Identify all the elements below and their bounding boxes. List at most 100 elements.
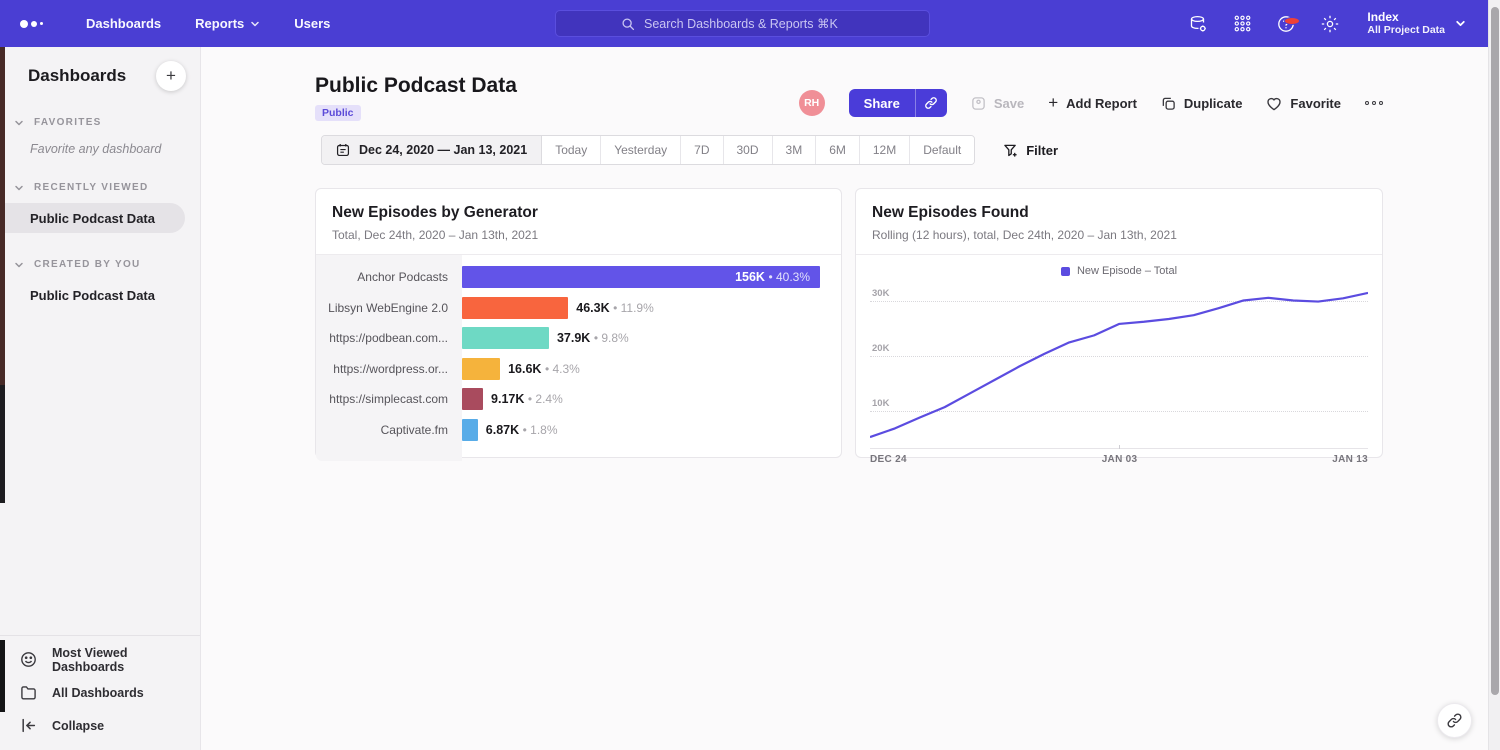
bar-segment[interactable] xyxy=(462,327,549,349)
new-dashboard-button[interactable]: + xyxy=(156,61,186,91)
nav-item-label: Users xyxy=(294,16,330,31)
bar-segment[interactable]: 156K • 40.3% xyxy=(462,266,820,288)
sidebar: Dashboards + FAVORITESFavorite any dashb… xyxy=(0,47,201,750)
primary-nav: Dashboards Reports Users xyxy=(86,16,330,31)
chart-title: New Episodes by Generator xyxy=(332,204,825,222)
chevron-down-icon xyxy=(14,118,24,128)
bar-segment[interactable] xyxy=(462,297,568,319)
bar-value-label: 156K • 40.3% xyxy=(735,270,820,284)
date-range-picker[interactable]: Dec 24, 2020 — Jan 13, 2021 xyxy=(322,136,542,164)
sidebar-section-header[interactable]: FAVORITES xyxy=(0,117,200,128)
x-axis-tick-label: JAN 13 xyxy=(1332,454,1368,465)
data-icon[interactable] xyxy=(1187,13,1209,35)
filter-button[interactable]: Filter xyxy=(1003,143,1058,158)
sidebar-footer-all-dashboards[interactable]: All Dashboards xyxy=(0,676,200,709)
x-axis-tick-label: DEC 24 xyxy=(870,454,907,465)
bar-category-label: https://simplecast.com xyxy=(316,392,462,406)
settings-icon[interactable] xyxy=(1319,13,1341,35)
bar-track: 6.87K • 1.8% xyxy=(462,419,841,441)
heart-icon xyxy=(1266,96,1282,111)
sidebar-footer-label: Most Viewed Dashboards xyxy=(52,646,200,674)
x-axis-labels: DEC 24JAN 03JAN 13 xyxy=(870,454,1368,465)
search-input[interactable] xyxy=(644,17,864,31)
sidebar-footer-label: All Dashboards xyxy=(52,686,144,700)
nav-item-users[interactable]: Users xyxy=(294,16,330,31)
bar-segment[interactable] xyxy=(462,419,478,441)
bar-category-label: https://wordpress.or... xyxy=(316,362,462,376)
top-navbar: Dashboards Reports Users Index All Project… xyxy=(0,0,1488,47)
save-button[interactable]: Save xyxy=(971,96,1024,111)
sidebar-footer-collapse[interactable]: Collapse xyxy=(0,709,200,742)
bar-row: https://simplecast.com9.17K • 2.4% xyxy=(316,384,841,415)
share-link-button[interactable] xyxy=(915,89,947,117)
line-chart-card: New Episodes Found Rolling (12 hours), t… xyxy=(855,188,1383,458)
sidebar-section-label: RECENTLY VIEWED xyxy=(34,182,149,193)
chart-subtitle: Rolling (12 hours), total, Dec 24th, 202… xyxy=(872,228,1366,242)
notification-badge xyxy=(1284,17,1300,25)
app-logo-icon[interactable] xyxy=(20,20,62,28)
bar-row: Captivate.fm 6.87K • 1.8% xyxy=(316,415,841,446)
bar-track: 16.6K • 4.3% xyxy=(462,358,841,380)
sidebar-item-public-podcast-data[interactable]: Public Podcast Data xyxy=(0,203,185,233)
preset-7d[interactable]: 7D xyxy=(681,136,723,164)
preset-default[interactable]: Default xyxy=(910,136,974,164)
nav-item-dashboards[interactable]: Dashboards xyxy=(86,16,161,31)
duplicate-button[interactable]: Duplicate xyxy=(1161,96,1243,111)
bar-value-label: 37.9K • 9.8% xyxy=(557,331,629,345)
collapse-icon xyxy=(20,717,37,734)
date-range-control: Dec 24, 2020 — Jan 13, 2021 TodayYesterd… xyxy=(321,135,975,165)
copy-link-floating-button[interactable] xyxy=(1437,703,1472,738)
nav-utilities: Index All Project Data xyxy=(1187,0,1476,47)
sidebar-section-header[interactable]: RECENTLY VIEWED xyxy=(0,182,200,193)
sidebar-footer: Most Viewed Dashboards All Dashboards Coll… xyxy=(0,635,200,750)
chart-subtitle: Total, Dec 24th, 2020 – Jan 13th, 2021 xyxy=(332,228,825,242)
bar-row: https://podbean.com... 37.9K • 9.8% xyxy=(316,323,841,354)
bar-value-label: 6.87K • 1.8% xyxy=(486,423,558,437)
scrollbar-thumb[interactable] xyxy=(1491,7,1499,695)
preset-6m[interactable]: 6M xyxy=(816,136,860,164)
chevron-down-icon xyxy=(14,260,24,270)
line-series xyxy=(870,282,1368,448)
bar-category-label: https://podbean.com... xyxy=(316,331,462,345)
bar-category-label: Libsyn WebEngine 2.0 xyxy=(316,301,462,315)
legend-swatch xyxy=(1061,267,1070,276)
preset-3m[interactable]: 3M xyxy=(773,136,817,164)
help-icon[interactable] xyxy=(1275,13,1297,35)
project-scope: All Project Data xyxy=(1367,24,1445,37)
project-switcher[interactable]: Index All Project Data xyxy=(1367,10,1466,37)
nav-item-reports[interactable]: Reports xyxy=(195,16,260,31)
global-search[interactable] xyxy=(555,10,930,37)
bar-segment[interactable] xyxy=(462,358,500,380)
sidebar-section-label: CREATED BY YOU xyxy=(34,259,141,270)
date-toolbar: Dec 24, 2020 — Jan 13, 2021 TodayYesterd… xyxy=(321,135,1058,165)
main-content: Public Podcast Data Public RH Share Save… xyxy=(315,47,1383,750)
add-report-button[interactable]: + Add Report xyxy=(1048,96,1137,111)
bar-track: 156K • 40.3% xyxy=(462,266,841,288)
sidebar-footer-most-viewed-dashboards[interactable]: Most Viewed Dashboards xyxy=(0,643,200,676)
preset-12m[interactable]: 12M xyxy=(860,136,910,164)
preset-today[interactable]: Today xyxy=(542,136,601,164)
sidebar-section-header[interactable]: CREATED BY YOU xyxy=(0,259,200,270)
more-options-button[interactable] xyxy=(1365,101,1383,105)
sidebar-footer-label: Collapse xyxy=(52,719,104,733)
link-icon xyxy=(1446,712,1463,729)
bar-segment[interactable] xyxy=(462,388,483,410)
preset-30d[interactable]: 30D xyxy=(724,136,773,164)
sidebar-section: CREATED BY YOU Public Podcast Data xyxy=(0,259,200,310)
share-button[interactable]: Share xyxy=(849,89,915,117)
bar-track: 46.3K • 11.9% xyxy=(462,297,841,319)
sidebar-section: FAVORITESFavorite any dashboard xyxy=(0,117,200,156)
share-split-button: Share xyxy=(849,89,947,117)
bar-row: https://wordpress.or...16.6K • 4.3% xyxy=(316,354,841,385)
nav-item-label: Dashboards xyxy=(86,16,161,31)
background-window-strip xyxy=(0,47,5,385)
apps-grid-icon[interactable] xyxy=(1231,13,1253,35)
favorite-button[interactable]: Favorite xyxy=(1266,96,1341,111)
avatar[interactable]: RH xyxy=(799,90,825,116)
preset-yesterday[interactable]: Yesterday xyxy=(601,136,681,164)
bar-track: 37.9K • 9.8% xyxy=(462,327,841,349)
project-name: Index xyxy=(1367,10,1445,24)
sidebar-item-public-podcast-data[interactable]: Public Podcast Data xyxy=(0,280,200,310)
background-window-strip xyxy=(0,640,5,712)
bar-category-label: Captivate.fm xyxy=(316,423,462,437)
